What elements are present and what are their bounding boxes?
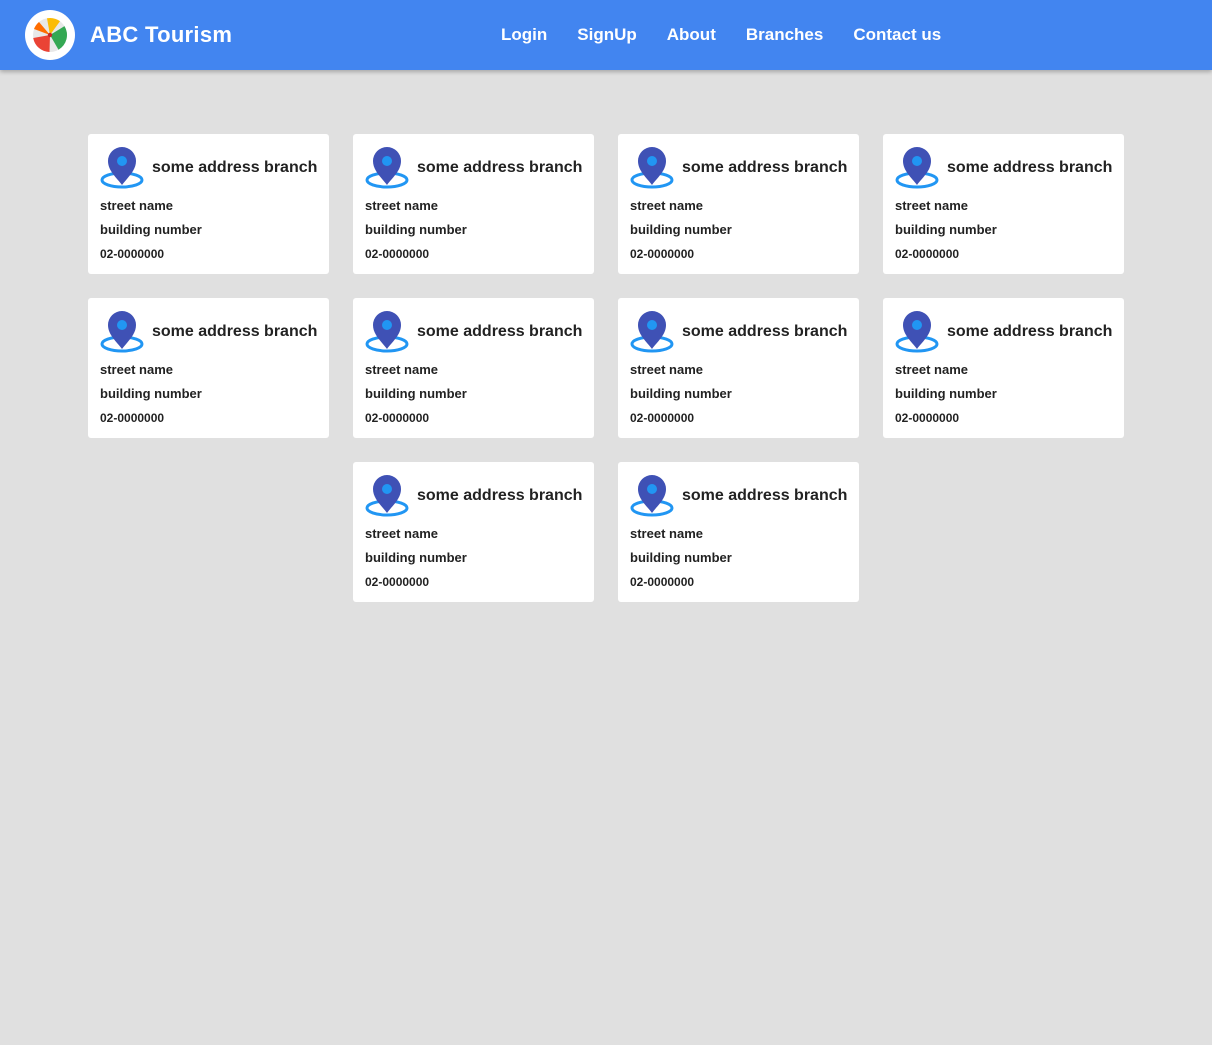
branch-street: street name [630, 198, 703, 213]
branch-title: some address branch [417, 323, 583, 340]
branch-phone: 02-0000000 [100, 411, 165, 425]
branch-title: some address branch [682, 487, 848, 504]
branch-building: building number [365, 222, 467, 237]
branch-card: some address branch street name building… [353, 298, 594, 438]
location-pin-icon [630, 475, 674, 517]
location-pin-icon [365, 475, 409, 517]
branch-card: some address branch street name building… [353, 462, 594, 602]
branch-building: building number [100, 222, 202, 237]
branch-phone: 02-0000000 [630, 411, 695, 425]
location-pin-icon [100, 147, 144, 189]
branch-street: street name [100, 362, 173, 377]
nav-branches-link[interactable]: Branches [746, 25, 823, 45]
branch-title: some address branch [417, 487, 583, 504]
branch-street: street name [365, 526, 438, 541]
location-pin-icon [100, 311, 144, 353]
location-pin-icon [365, 147, 409, 189]
location-pin-icon [630, 311, 674, 353]
brand[interactable]: ABC Tourism [25, 10, 232, 60]
branch-street: street name [895, 362, 968, 377]
branch-street: street name [630, 362, 703, 377]
branch-card: some address branch street name building… [618, 462, 859, 602]
branch-card: some address branch street name building… [88, 298, 329, 438]
branch-street: street name [365, 362, 438, 377]
branch-building: building number [365, 386, 467, 401]
nav-about-link[interactable]: About [667, 25, 716, 45]
location-pin-icon [365, 311, 409, 353]
nav-contact-link[interactable]: Contact us [853, 25, 941, 45]
branch-title: some address branch [152, 159, 318, 176]
branch-card: some address branch street name building… [618, 134, 859, 274]
branch-title: some address branch [682, 159, 848, 176]
branch-street: street name [365, 198, 438, 213]
branch-phone: 02-0000000 [895, 247, 960, 261]
branch-list: some address branch street name building… [88, 134, 1124, 602]
branch-building: building number [630, 550, 732, 565]
branch-phone: 02-0000000 [365, 247, 430, 261]
branch-phone: 02-0000000 [100, 247, 165, 261]
branch-title: some address branch [682, 323, 848, 340]
branch-street: street name [630, 526, 703, 541]
beach-ball-icon [25, 10, 75, 60]
brand-name: ABC Tourism [90, 22, 233, 47]
branch-building: building number [630, 222, 732, 237]
branch-card: some address branch street name building… [883, 134, 1124, 274]
branch-phone: 02-0000000 [365, 575, 430, 589]
branch-phone: 02-0000000 [630, 247, 695, 261]
nav-menu: Login SignUp About Branches Contact us [501, 0, 941, 70]
branch-building: building number [895, 386, 997, 401]
branch-card: some address branch street name building… [88, 134, 329, 274]
location-pin-icon [895, 311, 939, 353]
location-pin-icon [630, 147, 674, 189]
nav-signup-link[interactable]: SignUp [577, 25, 637, 45]
branch-building: building number [100, 386, 202, 401]
branch-title: some address branch [947, 323, 1113, 340]
branch-phone: 02-0000000 [895, 411, 960, 425]
nav-login-link[interactable]: Login [501, 25, 547, 45]
branch-building: building number [630, 386, 732, 401]
branch-title: some address branch [152, 323, 318, 340]
branch-phone: 02-0000000 [365, 411, 430, 425]
branch-title: some address branch [417, 159, 583, 176]
branch-title: some address branch [947, 159, 1113, 176]
branch-card: some address branch street name building… [618, 298, 859, 438]
navbar: ABC Tourism Login SignUp About Branches … [0, 0, 1212, 70]
branch-building: building number [895, 222, 997, 237]
branch-street: street name [895, 198, 968, 213]
branch-card: some address branch street name building… [883, 298, 1124, 438]
location-pin-icon [895, 147, 939, 189]
branch-building: building number [365, 550, 467, 565]
branch-phone: 02-0000000 [630, 575, 695, 589]
branch-street: street name [100, 198, 173, 213]
branch-card: some address branch street name building… [353, 134, 594, 274]
